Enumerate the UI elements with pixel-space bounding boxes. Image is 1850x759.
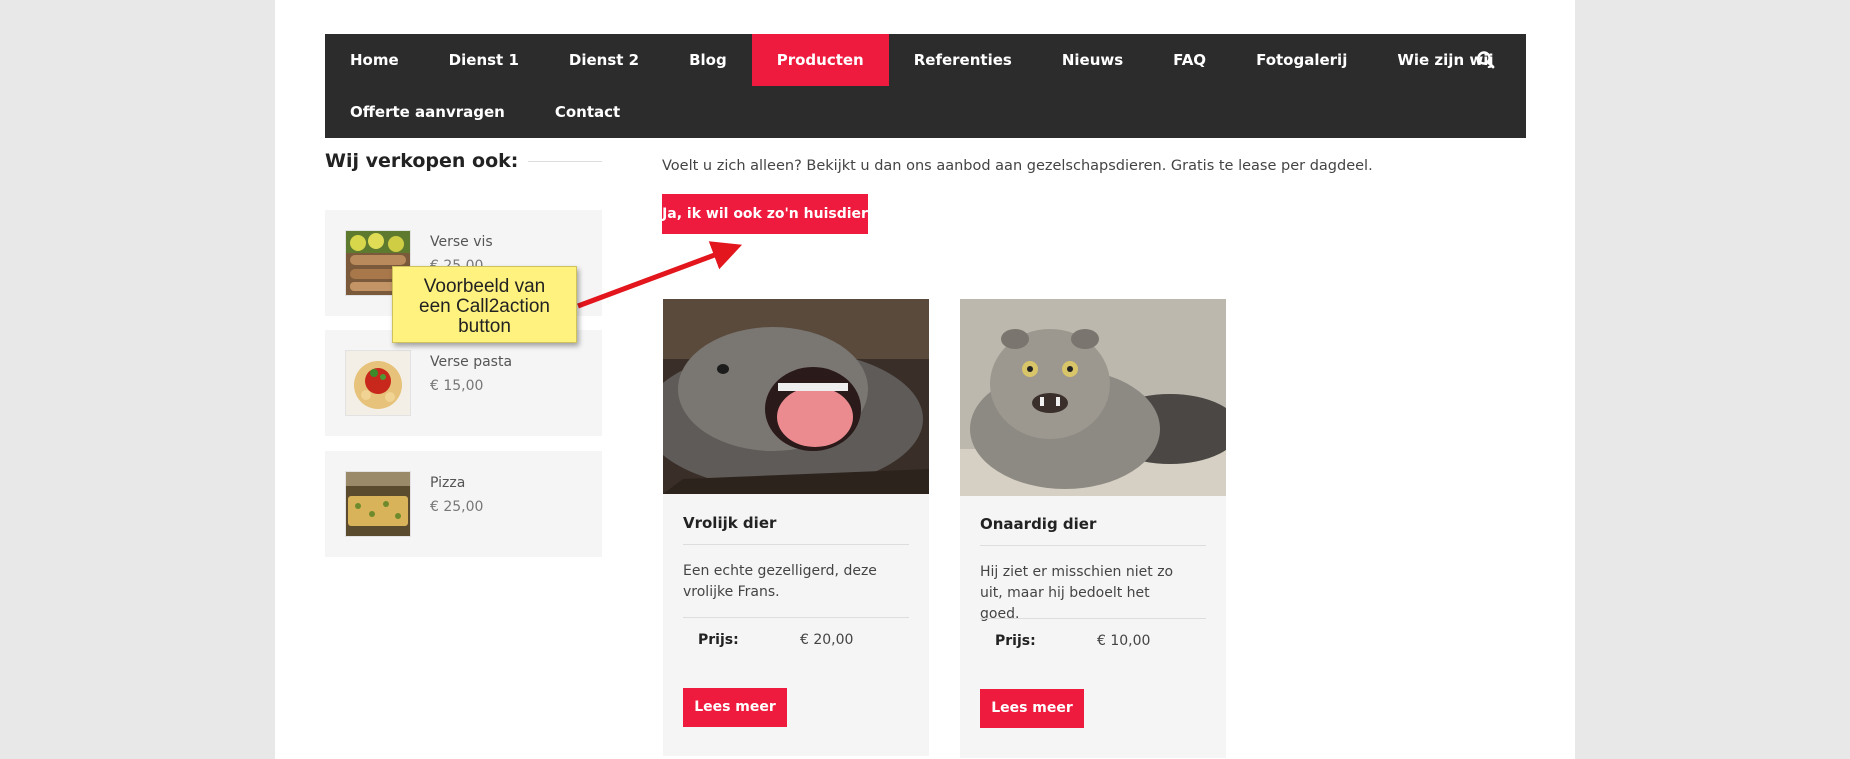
product-description: Een echte gezelligerd, deze vrolijke Fra… [683,563,877,600]
nav-item-fotogalerij[interactable]: Fotogalerij [1231,34,1372,86]
nav-row-1: Home Dienst 1 Dienst 2 Blog Producten Re… [325,34,1518,86]
product-thumbnail-pizza[interactable] [345,471,411,537]
sidebar-product-name[interactable]: Verse vis [430,234,493,250]
annotation-callout: Voorbeeld van een Call2action button [392,266,577,343]
product-thumbnail-pasta[interactable] [345,350,411,416]
nav-item-contact[interactable]: Contact [530,86,645,138]
product-title[interactable]: Onaardig dier [980,515,1096,533]
sidebar-product-name[interactable]: Verse pasta [430,354,512,370]
callout-line-2: een Call2action [419,296,550,317]
nav-item-dienst-1[interactable]: Dienst 1 [424,34,544,86]
product-card-vrolijk-dier: Vrolijk dier Een echte gezelligerd, deze… [663,299,929,756]
nav-item-producten[interactable]: Producten [751,34,889,86]
product-divider [683,544,909,545]
product-image-wildcat[interactable] [960,299,1226,496]
sidebar-product-price: € 25,00 [430,499,484,515]
nav-item-dienst-2[interactable]: Dienst 2 [544,34,664,86]
product-card-onaardig-dier: Onaardig dier Hij ziet er misschien niet… [960,299,1226,758]
nav-item-faq[interactable]: FAQ [1148,34,1231,86]
main-navigation: Home Dienst 1 Dienst 2 Blog Producten Re… [325,34,1526,138]
nav-item-referenties[interactable]: Referenties [889,34,1037,86]
callout-line-1: Voorbeeld van [423,276,546,297]
product-title[interactable]: Vrolijk dier [683,514,776,532]
callout-line-3: button [458,316,511,337]
nav-item-offerte-aanvragen[interactable]: Offerte aanvragen [325,86,530,138]
intro-text: Voelt u zich alleen? Bekijkt u dan ons a… [662,158,1373,174]
main-content: Voelt u zich alleen? Bekijkt u dan ons a… [662,158,1462,758]
product-divider [683,617,909,618]
search-icon[interactable] [1476,50,1496,70]
nav-item-wie-zijn-wij[interactable]: Wie zijn wij [1372,34,1518,86]
sidebar-title-divider [528,160,602,162]
sidebar-product-pizza[interactable]: Pizza € 25,00 [325,451,602,557]
product-divider [980,545,1206,546]
page-container: Home Dienst 1 Dienst 2 Blog Producten Re… [275,0,1575,759]
product-description: Hij ziet er misschien niet zo uit, maar … [980,564,1174,622]
nav-item-blog[interactable]: Blog [664,34,752,86]
product-image-seal[interactable] [663,299,929,494]
sidebar-product-verse-pasta[interactable]: Verse pasta € 15,00 [325,330,602,436]
nav-item-home[interactable]: Home [325,34,424,86]
nav-row-2: Offerte aanvragen Contact [325,86,645,138]
product-divider [980,618,1206,619]
nav-item-nieuws[interactable]: Nieuws [1037,34,1148,86]
product-price: € 20,00 [800,632,854,648]
call-to-action-button[interactable]: Ja, ik wil ook zo'n huisdier [662,194,868,234]
sidebar-title: Wij verkopen ook: [325,150,519,172]
sidebar-product-name[interactable]: Pizza [430,475,465,491]
sidebar: Wij verkopen ook: Verse vis € 25,00 [325,150,602,557]
read-more-button[interactable]: Lees meer [980,689,1084,728]
product-price: € 10,00 [1097,633,1151,649]
sidebar-heading: Wij verkopen ook: [325,150,602,172]
price-label: Prijs: [698,632,739,648]
price-label: Prijs: [995,633,1036,649]
read-more-button[interactable]: Lees meer [683,688,787,727]
sidebar-product-price: € 15,00 [430,378,484,394]
